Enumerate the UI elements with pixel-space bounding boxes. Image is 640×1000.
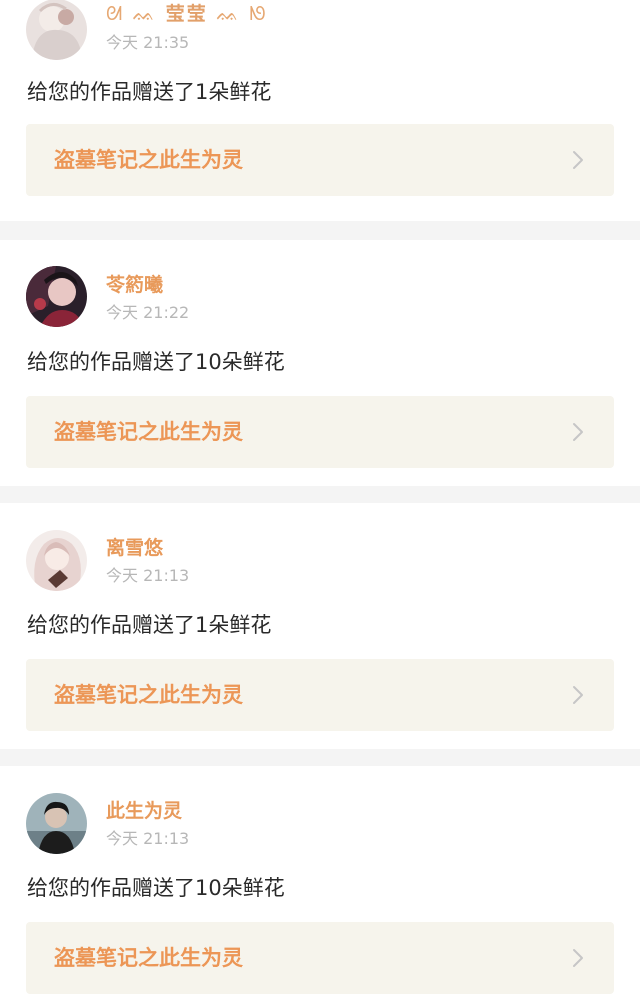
name-suffix-ornament: ᘚ <box>249 3 268 25</box>
work-link[interactable]: 盗墓笔记之此生为灵 <box>26 922 614 994</box>
chevron-right-icon <box>568 948 588 968</box>
work-link[interactable]: 盗墓笔记之此生为灵 <box>26 659 614 731</box>
username[interactable]: 此生为灵 <box>106 798 182 824</box>
avatar[interactable] <box>26 0 87 60</box>
gift-notification-card: 离雪悠 今天 21:13 给您的作品赠送了1朵鲜花 盗墓笔记之此生为灵 <box>0 503 640 749</box>
avatar[interactable] <box>26 266 87 327</box>
gift-notification-feed: ᘛ ᨐ 莹莹 ᨐ ᘚ 今天 21:35 给您的作品赠送了1朵鲜花 盗墓笔记之此生… <box>0 0 640 1000</box>
gift-notification-card: 苓箹曦 今天 21:22 给您的作品赠送了10朵鲜花 盗墓笔记之此生为灵 <box>0 240 640 486</box>
gift-notification-card: 此生为灵 今天 21:13 给您的作品赠送了10朵鲜花 盗墓笔记之此生为灵 <box>0 766 640 1000</box>
gift-message: 给您的作品赠送了1朵鲜花 <box>27 613 272 637</box>
gift-message: 给您的作品赠送了10朵鲜花 <box>27 350 285 374</box>
chevron-right-icon <box>568 150 588 170</box>
gift-notification-card: ᘛ ᨐ 莹莹 ᨐ ᘚ 今天 21:35 给您的作品赠送了1朵鲜花 盗墓笔记之此生… <box>0 0 640 221</box>
avatar-image <box>26 530 87 591</box>
work-title: 盗墓笔记之此生为灵 <box>54 420 243 444</box>
chevron-right-icon <box>568 685 588 705</box>
gift-message: 给您的作品赠送了10朵鲜花 <box>27 876 285 900</box>
name-right-ornament: ᨐ <box>216 3 241 25</box>
work-title: 盗墓笔记之此生为灵 <box>54 946 243 970</box>
name-left-ornament: ᨐ <box>132 3 158 25</box>
work-link[interactable]: 盗墓笔记之此生为灵 <box>26 124 614 196</box>
avatar[interactable] <box>26 793 87 854</box>
username[interactable]: 苓箹曦 <box>106 272 163 298</box>
username-text: 莹莹 <box>165 3 208 25</box>
work-link[interactable]: 盗墓笔记之此生为灵 <box>26 396 614 468</box>
username[interactable]: 离雪悠 <box>106 535 163 561</box>
gift-message: 给您的作品赠送了1朵鲜花 <box>27 80 272 104</box>
avatar-image <box>26 793 87 854</box>
chevron-right-icon <box>568 422 588 442</box>
timestamp: 今天 21:35 <box>106 33 190 52</box>
username[interactable]: ᘛ ᨐ 莹莹 ᨐ ᘚ <box>106 1 268 27</box>
name-prefix-ornament: ᘛ <box>106 3 125 25</box>
timestamp: 今天 21:13 <box>106 566 190 585</box>
work-title: 盗墓笔记之此生为灵 <box>54 683 243 707</box>
timestamp: 今天 21:13 <box>106 829 190 848</box>
avatar-image <box>26 266 87 327</box>
avatar-image <box>26 0 87 60</box>
work-title: 盗墓笔记之此生为灵 <box>54 148 243 172</box>
timestamp: 今天 21:22 <box>106 303 190 322</box>
avatar[interactable] <box>26 530 87 591</box>
